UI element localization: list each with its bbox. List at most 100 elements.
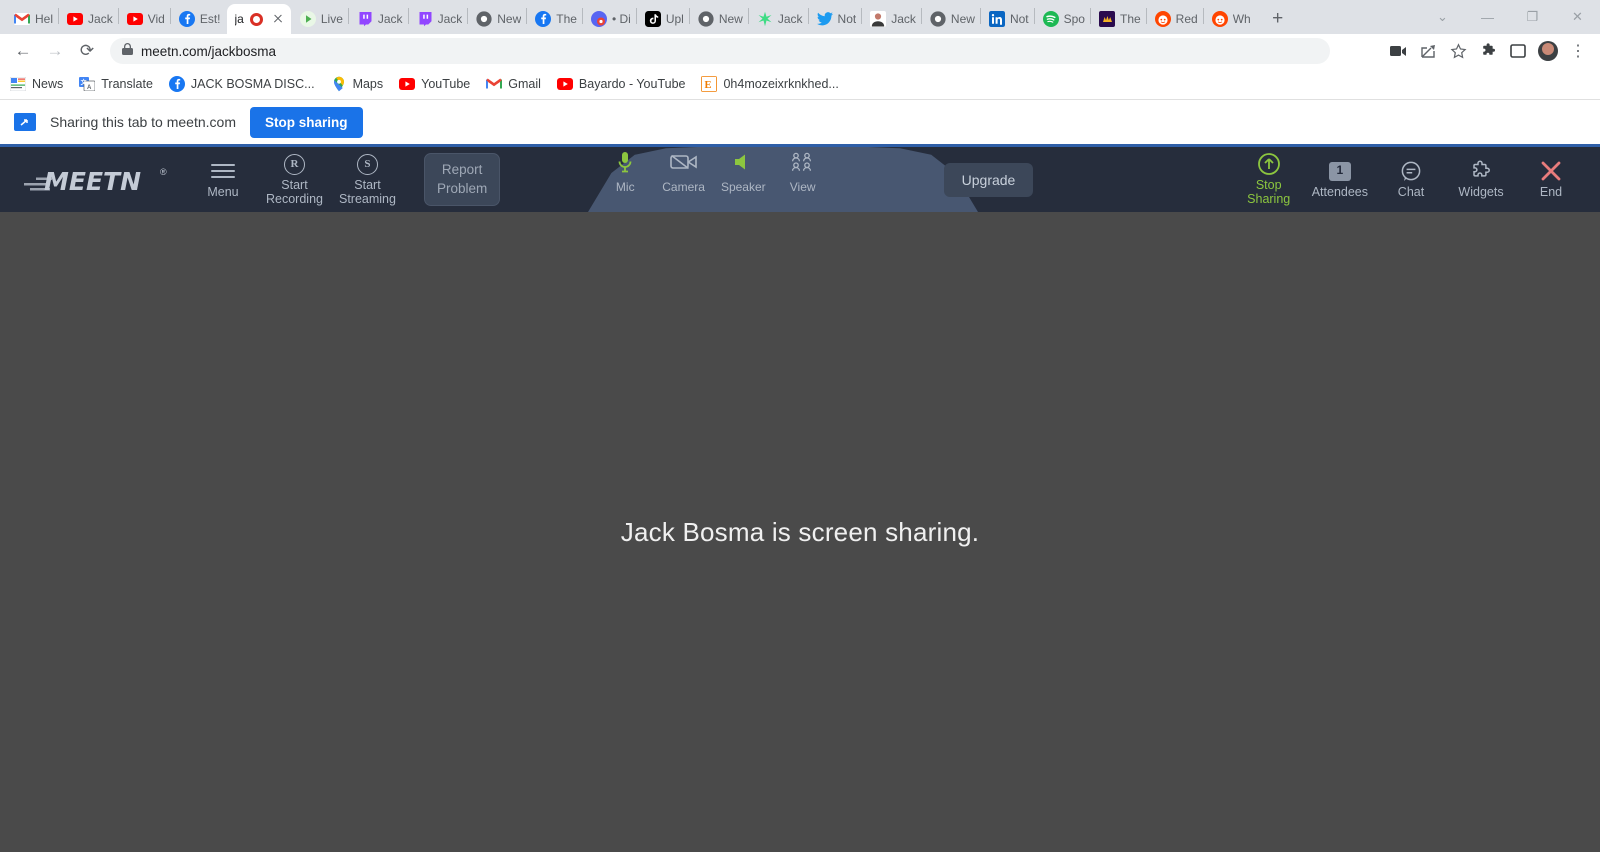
bookmark-label: Translate [101, 76, 153, 91]
browser-tab[interactable]: Jack [409, 4, 468, 34]
browser-tab[interactable]: New [922, 4, 980, 34]
youtube-icon [556, 76, 573, 92]
browser-tab[interactable]: Vid [119, 4, 170, 34]
browser-tab[interactable]: Hel [6, 4, 58, 34]
widgets-button[interactable]: Widgets [1446, 147, 1516, 212]
camera-button[interactable]: Camera [654, 151, 713, 209]
browser-tab[interactable]: Jack [749, 4, 808, 34]
bookmark-item[interactable]: News [10, 76, 63, 92]
browser-tab[interactable]: Upl [637, 4, 689, 34]
browser-tab[interactable]: Jack [59, 4, 118, 34]
browser-tab[interactable]: Not [809, 4, 862, 34]
end-meeting-button[interactable]: End [1516, 147, 1586, 212]
stop-sharing-label-1: Stop [1255, 178, 1282, 192]
minimize-button[interactable]: — [1465, 0, 1510, 34]
tab-title: New [497, 12, 522, 26]
bookmark-item[interactable]: Gmail [486, 76, 541, 92]
browser-tab[interactable]: Jack [349, 4, 408, 34]
mic-label: Mic [615, 180, 635, 194]
attendees-button[interactable]: 1 Attendees [1304, 147, 1376, 212]
browser-tab[interactable]: • Di [583, 4, 636, 34]
window-controls: ⌄ — ❐ ✕ [1420, 0, 1600, 34]
view-button[interactable]: View [774, 151, 832, 209]
stop-sharing-button-meetn[interactable]: Stop Sharing [1234, 147, 1304, 212]
stop-sharing-button[interactable]: Stop sharing [250, 106, 363, 138]
bookmark-item[interactable]: YouTube [399, 76, 470, 92]
close-window-button[interactable]: ✕ [1555, 0, 1600, 34]
menu-button[interactable]: Menu [188, 147, 258, 212]
chat-button[interactable]: Chat [1376, 147, 1446, 212]
browser-tab[interactable]: The [1091, 4, 1146, 34]
tab-search-button[interactable]: ⌄ [1420, 0, 1465, 34]
bookmark-star-icon[interactable] [1444, 37, 1472, 65]
microphone-icon [617, 151, 633, 173]
share-icon[interactable] [1414, 37, 1442, 65]
attendees-count: 1 [1328, 161, 1351, 181]
tab-close-button[interactable] [270, 11, 286, 27]
side-panel-icon[interactable] [1504, 37, 1532, 65]
profile-avatar-icon[interactable] [1534, 37, 1562, 65]
browser-tab[interactable]: Jack [862, 4, 921, 34]
camera-label: Camera [662, 180, 705, 194]
new-tab-button[interactable]: + [1264, 4, 1292, 32]
stream-circle-icon: S [356, 153, 378, 175]
tab-title: Hel [35, 12, 54, 26]
browser-tab[interactable]: Live [292, 4, 348, 34]
chat-bubble-icon [1400, 160, 1422, 182]
browser-tab[interactable]: New [690, 4, 748, 34]
bookmark-item[interactable]: 文 A Translate [79, 76, 153, 92]
speaker-label: Speaker [720, 180, 766, 194]
maximize-button[interactable]: ❐ [1510, 0, 1555, 34]
svg-text:®: ® [160, 167, 167, 177]
report-problem-label-1: Report [441, 162, 483, 178]
twitch-purple-icon [1098, 11, 1115, 27]
twitch-icon [357, 11, 373, 27]
youtube-icon [126, 11, 143, 27]
start-recording-button[interactable]: R Start Recording [258, 147, 331, 212]
start-streaming-button[interactable]: S Start Streaming [331, 147, 404, 212]
browser-tab[interactable]: Not [981, 4, 1034, 34]
lock-icon [122, 43, 133, 59]
browser-tab[interactable]: Red [1147, 4, 1203, 34]
tab-title: Not [837, 12, 857, 26]
chrome-menu-icon[interactable]: ⋮ [1564, 37, 1592, 65]
svg-text:E: E [705, 80, 712, 91]
report-problem-label-2: Problem [436, 180, 488, 196]
bookmark-item[interactable]: E 0h4mozeixrknkhed... [701, 75, 839, 92]
bookmark-item[interactable]: Bayardo - YouTube [556, 76, 686, 92]
back-button[interactable]: ← [8, 36, 38, 66]
twitch-icon [417, 11, 433, 27]
browser-tab[interactable]: Spo [1035, 4, 1090, 34]
bookmark-item[interactable]: Maps [331, 76, 383, 92]
bookmark-label: 0h4mozeixrknkhed... [723, 76, 839, 91]
gmail-icon [14, 11, 30, 27]
recording-icon [249, 11, 265, 27]
bookmark-label: Bayardo - YouTube [578, 76, 686, 91]
view-label: View [789, 180, 816, 194]
browser-tab[interactable]: The [527, 4, 582, 34]
attendees-label: Attendees [1311, 185, 1368, 199]
speaker-button[interactable]: Speaker [713, 151, 774, 209]
address-bar[interactable]: meetn.com/jackbosma [110, 38, 1330, 64]
reload-button[interactable]: ⟳ [72, 36, 102, 66]
youtube-icon [399, 76, 416, 92]
forward-button[interactable]: → [40, 36, 70, 66]
toolbar-right-group: Stop Sharing 1 Attendees Chat Widgets En… [1234, 147, 1600, 212]
meetn-app: MEETN ® Menu R Start Recording S Start S… [0, 144, 1600, 852]
browser-tab[interactable]: New [468, 4, 526, 34]
reddit-icon [1211, 11, 1228, 27]
tab-title: Live [320, 12, 343, 26]
svg-text:A: A [87, 85, 92, 91]
video-capture-icon[interactable] [1384, 37, 1412, 65]
extensions-puzzle-icon[interactable] [1474, 37, 1502, 65]
report-problem-button[interactable]: Report Problem [423, 153, 501, 206]
upgrade-button[interactable]: Upgrade [943, 162, 1034, 197]
mic-button[interactable]: Mic [596, 151, 654, 209]
browser-tab[interactable]: Wh [1204, 4, 1256, 34]
browser-tab[interactable]: Est! [171, 4, 226, 34]
tab-title: The [556, 12, 577, 26]
google-translate-icon: 文A [79, 76, 96, 92]
chrome-icon [698, 11, 714, 27]
bookmark-item[interactable]: JACK BOSMA DISC... [168, 75, 315, 92]
browser-tab[interactable]: ja [226, 4, 291, 34]
